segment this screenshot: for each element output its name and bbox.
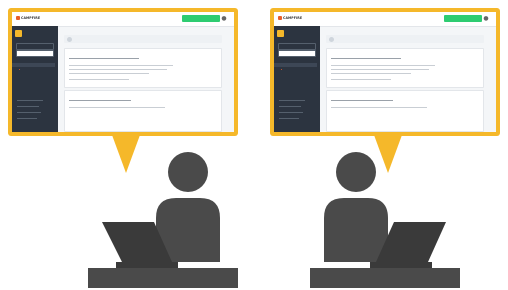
message-card bbox=[64, 48, 222, 88]
sidebar-line bbox=[279, 112, 303, 113]
sidebar bbox=[12, 26, 58, 132]
sidebar-button-settings[interactable] bbox=[278, 43, 316, 50]
unread-dot bbox=[19, 68, 21, 71]
text-line bbox=[331, 79, 391, 80]
sidebar-line bbox=[17, 100, 43, 101]
message-card bbox=[326, 90, 484, 132]
project-thumbnail bbox=[277, 30, 284, 37]
text-line bbox=[69, 65, 173, 66]
sidebar-item[interactable] bbox=[280, 68, 317, 72]
text-line bbox=[69, 73, 149, 74]
logo: CAMPFIRE bbox=[278, 16, 302, 20]
unread-dot bbox=[281, 68, 283, 71]
sidebar-brand bbox=[15, 30, 55, 40]
text-line bbox=[331, 100, 393, 101]
sidebar-item[interactable] bbox=[18, 78, 55, 82]
sidebar-line bbox=[17, 106, 39, 107]
text-line bbox=[331, 65, 435, 66]
sidebar-item[interactable] bbox=[280, 73, 317, 77]
text-line bbox=[69, 69, 167, 70]
sidebar-brand bbox=[277, 30, 317, 40]
message-title bbox=[331, 52, 334, 55]
avatar bbox=[67, 36, 72, 42]
sidebar-line bbox=[17, 118, 37, 119]
notice-banner bbox=[64, 35, 222, 43]
text-line bbox=[331, 69, 429, 70]
sidebar-line bbox=[279, 100, 305, 101]
text-line bbox=[331, 107, 427, 108]
text-line bbox=[69, 100, 131, 101]
sidebar-line bbox=[279, 118, 299, 119]
create-button[interactable] bbox=[444, 15, 482, 22]
sidebar-button-preview[interactable] bbox=[16, 50, 54, 57]
person-icon bbox=[168, 152, 208, 192]
sidebar-item[interactable] bbox=[18, 68, 55, 72]
sidebar-item[interactable] bbox=[18, 73, 55, 77]
sidebar-item[interactable] bbox=[18, 83, 55, 87]
create-button[interactable] bbox=[182, 15, 220, 22]
message-title bbox=[69, 52, 72, 55]
sidebar bbox=[274, 26, 320, 132]
person-body bbox=[324, 198, 388, 262]
person-at-laptop-left bbox=[88, 152, 238, 288]
text-line bbox=[331, 58, 401, 59]
text-line bbox=[69, 58, 139, 59]
text-line bbox=[69, 79, 129, 80]
sidebar-button-preview[interactable] bbox=[278, 50, 316, 57]
user-icon[interactable]: ● bbox=[482, 15, 490, 23]
logo: CAMPFIRE bbox=[16, 16, 40, 20]
desk bbox=[310, 268, 460, 288]
person-at-laptop-right bbox=[310, 152, 460, 288]
main-content bbox=[320, 15, 496, 132]
sidebar-item[interactable] bbox=[280, 83, 317, 87]
logo-icon bbox=[16, 16, 20, 20]
text-line bbox=[69, 107, 165, 108]
sidebar-line bbox=[17, 112, 41, 113]
sidebar-item[interactable] bbox=[280, 78, 317, 82]
app-screenshot: CAMPFIRE △ ● bbox=[274, 12, 496, 132]
sidebar-item[interactable] bbox=[274, 63, 317, 67]
app-screenshot: CAMPFIRE △ ● bbox=[12, 12, 234, 132]
person-icon bbox=[336, 152, 376, 192]
desk bbox=[88, 268, 238, 288]
main-content bbox=[58, 15, 234, 132]
avatar bbox=[329, 36, 334, 42]
logo-icon bbox=[278, 16, 282, 20]
sidebar-line bbox=[279, 106, 301, 107]
text-line bbox=[331, 73, 411, 74]
user-icon[interactable]: ● bbox=[220, 15, 228, 23]
sidebar-button-settings[interactable] bbox=[16, 43, 54, 50]
speech-bubble: CAMPFIRE △ ● bbox=[270, 8, 500, 136]
project-thumbnail bbox=[15, 30, 22, 37]
speech-bubble: CAMPFIRE △ ● bbox=[8, 8, 238, 136]
message-card bbox=[326, 48, 484, 88]
sidebar-item[interactable] bbox=[12, 63, 55, 67]
message-card bbox=[64, 90, 222, 132]
notice-banner bbox=[326, 35, 484, 43]
